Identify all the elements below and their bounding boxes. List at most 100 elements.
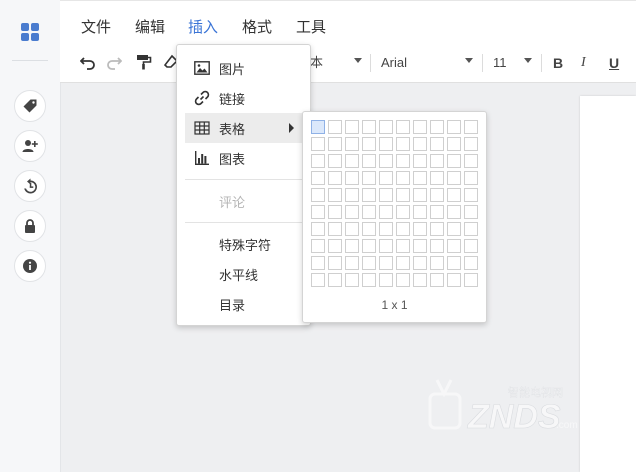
underline-button[interactable]: U (609, 53, 619, 73)
menu-item-chart[interactable]: 图表 (177, 143, 310, 173)
table-grid-cell[interactable] (345, 256, 359, 270)
menu-format[interactable]: 格式 (242, 18, 272, 36)
table-grid-cell[interactable] (328, 205, 342, 219)
table-grid-cell[interactable] (430, 205, 444, 219)
table-grid-cell[interactable] (379, 256, 393, 270)
table-grid-cell[interactable] (379, 273, 393, 287)
table-grid-cell[interactable] (362, 137, 376, 151)
table-grid-cell[interactable] (311, 222, 325, 236)
table-grid-cell[interactable] (362, 120, 376, 134)
table-grid-cell[interactable] (311, 273, 325, 287)
table-grid-cell[interactable] (464, 188, 478, 202)
table-grid-cell[interactable] (345, 137, 359, 151)
table-grid-cell[interactable] (413, 256, 427, 270)
table-grid-cell[interactable] (379, 154, 393, 168)
table-grid-cell[interactable] (328, 137, 342, 151)
font-size-select[interactable]: 11 (493, 53, 507, 73)
table-grid-cell[interactable] (362, 188, 376, 202)
table-grid-cell[interactable] (396, 120, 410, 134)
table-grid-cell[interactable] (447, 171, 461, 185)
table-grid-cell[interactable] (396, 222, 410, 236)
table-grid-cell[interactable] (379, 239, 393, 253)
table-grid-cell[interactable] (430, 171, 444, 185)
table-grid-cell[interactable] (362, 239, 376, 253)
font-family-select[interactable]: Arial (381, 53, 407, 73)
table-grid-cell[interactable] (447, 256, 461, 270)
table-grid-cell[interactable] (430, 239, 444, 253)
paragraph-style-caret-icon[interactable] (354, 58, 362, 63)
table-grid-cell[interactable] (430, 222, 444, 236)
table-grid-cell[interactable] (447, 273, 461, 287)
table-grid-cell[interactable] (447, 239, 461, 253)
table-grid-cell[interactable] (396, 273, 410, 287)
table-grid-cell[interactable] (311, 205, 325, 219)
table-grid-cell[interactable] (464, 154, 478, 168)
table-grid-cell[interactable] (413, 154, 427, 168)
table-grid-cell[interactable] (379, 171, 393, 185)
menu-item-link[interactable]: 链接 (177, 83, 310, 113)
bold-button[interactable]: B (553, 53, 563, 73)
undo-button[interactable] (79, 53, 97, 71)
table-grid-cell[interactable] (413, 273, 427, 287)
table-grid-cell[interactable] (447, 137, 461, 151)
table-grid-cell[interactable] (362, 171, 376, 185)
table-grid-cell[interactable] (328, 120, 342, 134)
table-grid-cell[interactable] (464, 273, 478, 287)
table-grid-cell[interactable] (396, 239, 410, 253)
italic-button[interactable]: I (581, 53, 586, 73)
table-grid-cell[interactable] (447, 222, 461, 236)
paragraph-style-select[interactable]: 本 (310, 53, 323, 73)
table-grid-cell[interactable] (328, 239, 342, 253)
table-grid-cell[interactable] (464, 137, 478, 151)
table-grid-cell[interactable] (413, 239, 427, 253)
table-grid-cell[interactable] (362, 273, 376, 287)
table-grid-cell[interactable] (328, 256, 342, 270)
table-grid-cell[interactable] (379, 188, 393, 202)
table-grid-cell[interactable] (430, 137, 444, 151)
menu-insert[interactable]: 插入 (188, 18, 218, 36)
menu-item-horizontal-line[interactable]: 水平线 (177, 259, 310, 289)
table-grid-cell[interactable] (464, 171, 478, 185)
table-grid-cell[interactable] (362, 154, 376, 168)
table-grid-cell[interactable] (464, 120, 478, 134)
table-grid-cell[interactable] (413, 188, 427, 202)
tag-button[interactable] (14, 90, 46, 122)
table-grid-cell[interactable] (362, 222, 376, 236)
table-grid-cell[interactable] (379, 205, 393, 219)
table-grid-cell[interactable] (345, 273, 359, 287)
lock-button[interactable] (14, 210, 46, 242)
table-grid-cell[interactable] (396, 171, 410, 185)
table-grid-cell[interactable] (396, 188, 410, 202)
table-grid-cell[interactable] (447, 188, 461, 202)
table-grid-cell[interactable] (328, 171, 342, 185)
table-grid-cell[interactable] (311, 171, 325, 185)
table-grid-cell[interactable] (362, 256, 376, 270)
menu-file[interactable]: 文件 (81, 18, 111, 36)
table-grid-cell[interactable] (396, 154, 410, 168)
table-grid-cell[interactable] (311, 188, 325, 202)
table-grid-cell[interactable] (447, 205, 461, 219)
table-grid-cell[interactable] (464, 256, 478, 270)
table-grid-cell[interactable] (413, 120, 427, 134)
document-page[interactable] (580, 96, 636, 472)
table-grid-cell[interactable] (345, 188, 359, 202)
history-button[interactable] (14, 170, 46, 202)
table-grid-cell[interactable] (328, 188, 342, 202)
table-grid-cell[interactable] (430, 188, 444, 202)
table-grid-cell[interactable] (430, 256, 444, 270)
menu-item-table[interactable]: 表格 (185, 113, 302, 143)
menu-edit[interactable]: 编辑 (135, 18, 165, 36)
table-grid-cell[interactable] (328, 154, 342, 168)
apps-grid-icon[interactable] (21, 23, 39, 41)
menu-tools[interactable]: 工具 (296, 18, 326, 36)
table-grid-cell[interactable] (311, 239, 325, 253)
table-grid-cell[interactable] (430, 273, 444, 287)
format-painter-button[interactable] (135, 53, 153, 71)
menu-item-special-chars[interactable]: 特殊字符 (177, 229, 310, 259)
table-grid-cell[interactable] (413, 205, 427, 219)
table-grid-cell[interactable] (464, 239, 478, 253)
table-grid-cell[interactable] (379, 120, 393, 134)
table-grid-cell[interactable] (464, 205, 478, 219)
table-grid-cell[interactable] (430, 154, 444, 168)
table-grid-cell[interactable] (413, 137, 427, 151)
